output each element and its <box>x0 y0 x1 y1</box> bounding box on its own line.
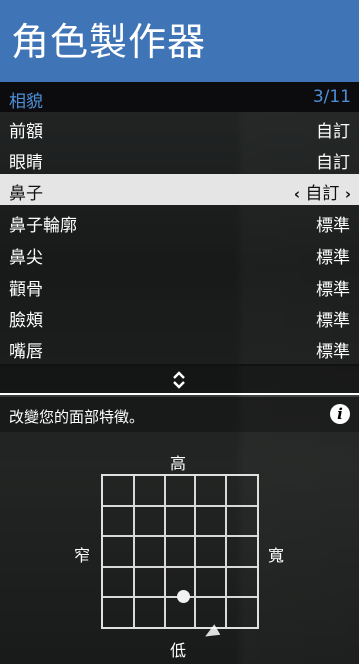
grid-line-horizontal <box>103 535 257 538</box>
scroll-up-down-icon <box>173 371 185 389</box>
chevron-right-icon[interactable]: › <box>345 185 351 203</box>
menu-item-value: 標準 <box>316 248 350 268</box>
axis-label-top: 高 <box>170 454 187 473</box>
menu-item-lips[interactable]: 嘴唇 標準 <box>0 332 359 363</box>
category-bar: 相貌 3/11 <box>0 82 359 112</box>
axis-label-bottom: 低 <box>170 641 187 660</box>
scroll-indicator[interactable] <box>0 364 359 395</box>
grid-line-vertical <box>225 476 228 627</box>
axis-label-right: 寬 <box>268 546 285 565</box>
category-label: 相貌 <box>9 92 43 112</box>
menu-item-label: 鼻尖 <box>9 248 43 268</box>
description-bar: 改變您的面部特徵。 i <box>0 397 359 432</box>
menu-item-label: 鼻子輪廓 <box>9 216 77 236</box>
menu-item-value: 自訂 <box>305 184 340 204</box>
menu-item-label: 顴骨 <box>9 280 43 300</box>
grid-line-horizontal <box>103 505 257 508</box>
menu-item-eyes[interactable]: 眼睛 自訂 <box>0 143 359 174</box>
grid-line-vertical <box>163 476 166 627</box>
axis-label-left: 窄 <box>74 546 91 565</box>
menu-item-forehead[interactable]: 前額 自訂 <box>0 112 359 143</box>
menu-item-value: 標準 <box>316 280 350 300</box>
grid-line-horizontal <box>103 565 257 568</box>
menu-item-label: 鼻子 <box>9 184 43 204</box>
menu-item-value: 標準 <box>316 311 350 331</box>
page-title: 角色製作器 <box>11 20 207 64</box>
page-counter: 3/11 <box>312 87 351 107</box>
menu-item-label: 眼睛 <box>9 153 43 173</box>
chevron-left-icon[interactable]: ‹ <box>294 185 300 203</box>
menu-item-value: 自訂 <box>316 153 350 173</box>
menu-item-nose-profile[interactable]: 鼻子輪廓 標準 <box>0 206 359 237</box>
menu-item-nose-tip[interactable]: 鼻尖 標準 <box>0 238 359 269</box>
menu-item-cheekbones[interactable]: 顴骨 標準 <box>0 270 359 301</box>
menu-item-label: 臉頰 <box>9 311 43 331</box>
info-icon[interactable]: i <box>330 404 350 424</box>
menu-item-cheeks[interactable]: 臉頰 標準 <box>0 301 359 332</box>
header-bar: 角色製作器 <box>0 0 359 82</box>
menu-item-value: 自訂 <box>316 122 350 142</box>
description-text: 改變您的面部特徵。 <box>9 408 145 426</box>
feature-grid-panel: 高 窄 寬 低 <box>0 432 359 664</box>
menu-item-label: 前額 <box>9 122 43 142</box>
adjustment-grid[interactable] <box>101 474 259 629</box>
feature-menu: 前額 自訂 眼睛 自訂 鼻子 ‹ 自訂 › 鼻子輪廓 標準 鼻尖 標準 顴骨 標… <box>0 112 359 364</box>
grid-marker[interactable] <box>176 590 190 604</box>
menu-item-value-selector[interactable]: ‹ 自訂 › <box>294 179 351 204</box>
menu-item-label: 嘴唇 <box>9 342 43 362</box>
menu-item-nose[interactable]: 鼻子 ‹ 自訂 › <box>0 174 359 205</box>
grid-line-vertical <box>194 476 197 627</box>
grid-line-vertical <box>132 476 135 627</box>
menu-item-value: 標準 <box>316 342 350 362</box>
menu-item-value: 標準 <box>316 216 350 236</box>
